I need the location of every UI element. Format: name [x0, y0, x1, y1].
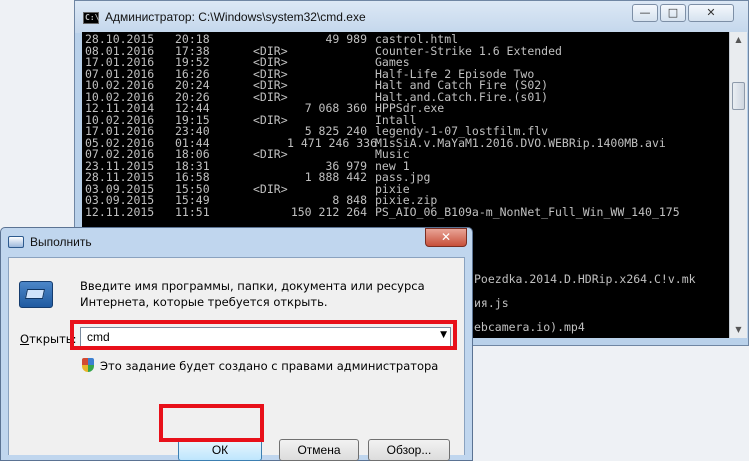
- run-dialog-title: Выполнить: [30, 235, 92, 249]
- run-close-button[interactable]: ✕: [425, 228, 467, 247]
- scroll-down-icon[interactable]: ▼: [730, 322, 747, 338]
- run-description-line2: Интернета, которые требуется открыть.: [80, 295, 328, 309]
- console-dir: <DIR>: [253, 181, 288, 196]
- run-program-icon: [19, 281, 53, 308]
- maximize-button[interactable]: □: [660, 4, 686, 22]
- run-description-line1: Введите имя программы, папки, документа …: [80, 279, 425, 293]
- cancel-button[interactable]: Отмена: [279, 439, 359, 461]
- run-title-icon: [8, 236, 24, 248]
- open-label-accelerator: О: [20, 332, 30, 346]
- console-dir: <DIR>: [253, 89, 288, 104]
- admin-note: Это задание будет создано с правами адми…: [100, 359, 439, 373]
- console-date: 12.11.2015: [85, 204, 155, 219]
- console-size: 7 068 360: [304, 101, 367, 115]
- console-partial-line: ия.js: [474, 296, 509, 310]
- cmd-icon: C:\: [83, 12, 100, 24]
- cmd-scrollbar[interactable]: ▲ ▼: [729, 32, 747, 338]
- close-button[interactable]: ✕: [688, 4, 734, 22]
- cmd-titlebar[interactable]: C:\ Администратор: C:\Windows\system32\c…: [75, 1, 748, 33]
- console-size: 150 212 264: [290, 204, 367, 219]
- run-dialog: Выполнить ✕ Введите имя программы, папки…: [0, 227, 473, 461]
- console-line: 12.11.2015 11:51 150 212 264 PS_AIO_06_B109…: [82, 204, 732, 219]
- console-name: PS_AIO_06_B109a-m_NonNet_Full_Win_WW_140…: [375, 204, 680, 219]
- console-partial-line: ebcamera.io).mp4: [474, 320, 585, 334]
- console-size: 1 888 442: [304, 170, 367, 184]
- console-time: 11:51: [175, 204, 210, 219]
- ok-highlight-box: [159, 404, 264, 442]
- minimize-button[interactable]: —: [632, 4, 658, 22]
- scroll-up-icon[interactable]: ▲: [730, 32, 747, 48]
- ok-button[interactable]: ОК: [178, 439, 262, 461]
- open-label: Открыть:: [20, 332, 76, 346]
- input-highlight-box: [70, 320, 457, 350]
- console-size: 49 989: [325, 32, 367, 46]
- scroll-thumb[interactable]: [732, 82, 745, 110]
- run-description: Введите имя программы, папки, документа …: [80, 278, 425, 310]
- console-dir: <DIR>: [253, 147, 288, 161]
- console-name: M1sSiA.v.MaYaM1.2016.DVO.WEBRip.1400MB.a…: [375, 135, 666, 150]
- console-size: 1 471 246 336: [287, 135, 378, 150]
- uac-shield-icon: [82, 358, 94, 372]
- run-titlebar[interactable]: Выполнить ✕: [1, 228, 472, 256]
- cmd-window-title: Администратор: C:\Windows\system32\cmd.e…: [105, 10, 366, 24]
- console-dir: <DIR>: [253, 112, 288, 127]
- console-partial-line: Poezdka.2014.D.HDRip.x264.C!v.mk: [474, 272, 696, 286]
- browse-button[interactable]: Обзор...: [368, 439, 450, 461]
